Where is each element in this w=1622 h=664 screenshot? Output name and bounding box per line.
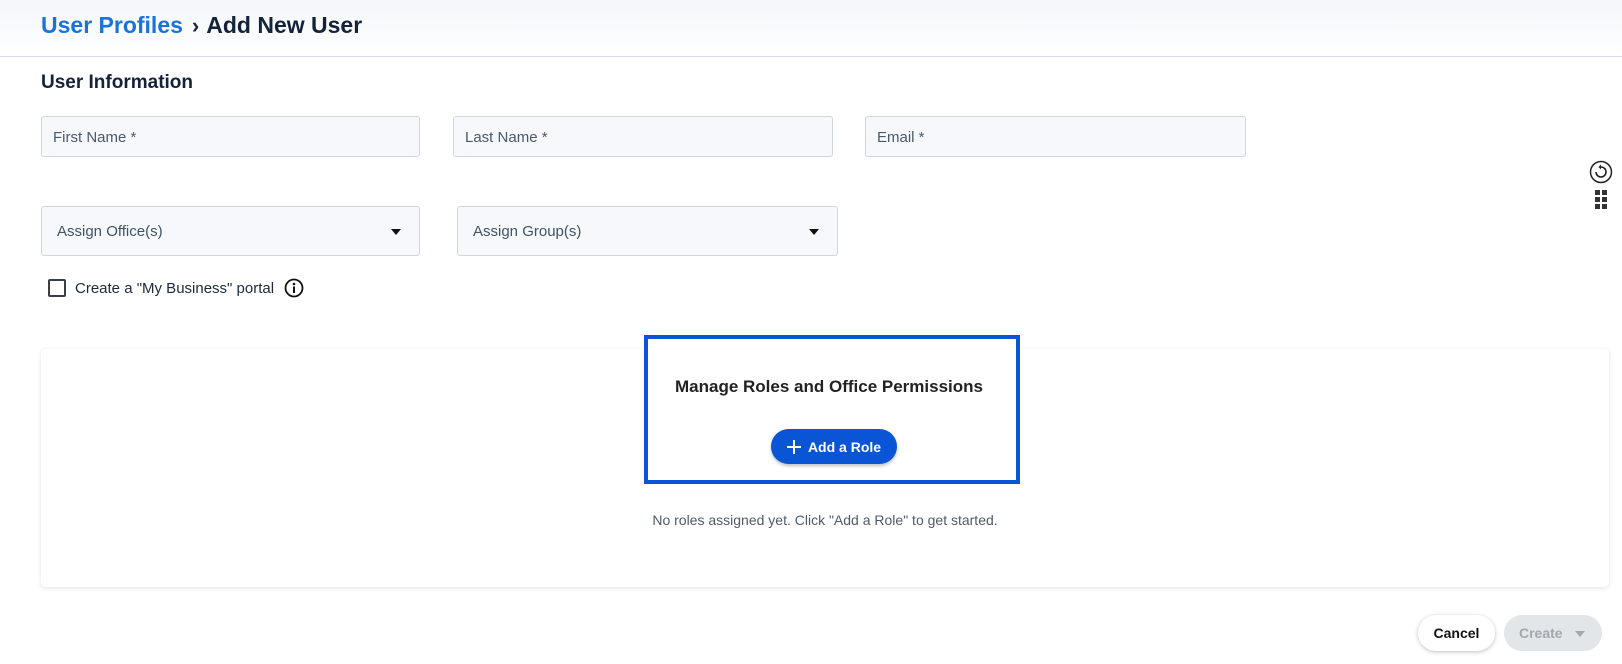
plus-icon [786,439,801,454]
no-roles-message: No roles assigned yet. Click "Add a Role… [652,512,998,528]
manage-roles-title: Manage Roles and Office Permissions [675,377,983,396]
assign-groups-label: Assign Group(s) [473,223,582,240]
email-field[interactable]: Email * [865,116,1246,157]
refresh-icon[interactable] [1589,160,1613,184]
last-name-field[interactable]: Last Name * [453,116,833,157]
my-business-portal-checkbox[interactable] [48,279,66,297]
grid-icon[interactable] [1589,188,1613,212]
info-icon[interactable] [284,278,304,298]
my-business-portal-label: Create a "My Business" portal [75,279,275,297]
breadcrumb-user-profiles-link[interactable]: User Profiles [41,12,183,39]
first-name-field[interactable]: First Name * [41,116,420,157]
page-title: Add New User [206,12,363,38]
chevron-down-icon[interactable] [1575,631,1585,637]
chevron-down-icon [809,229,819,235]
assign-offices-select[interactable]: Assign Office(s) [41,206,420,256]
cancel-button[interactable]: Cancel [1418,615,1495,651]
add-role-button[interactable]: Add a Role [771,429,897,464]
manage-roles-section: Manage Roles and Office Permissions Add … [644,335,1020,484]
side-utility-icons [1589,160,1613,212]
first-name-placeholder: First Name * [53,129,137,146]
add-role-label: Add a Role [807,438,882,455]
breadcrumb: User Profiles › Add New User [41,12,362,39]
create-button[interactable]: Create [1504,615,1602,651]
assign-groups-select[interactable]: Assign Group(s) [457,206,838,256]
last-name-placeholder: Last Name * [465,129,548,146]
user-information-heading: User Information [41,72,194,93]
page-header: User Profiles › Add New User [0,0,1622,57]
breadcrumb-separator: › [191,12,200,38]
email-placeholder: Email * [877,129,925,146]
assign-offices-label: Assign Office(s) [57,223,163,240]
my-business-portal-row: Create a "My Business" portal [48,278,304,298]
cancel-label: Cancel [1433,625,1480,641]
chevron-down-icon [391,229,401,235]
create-label: Create [1519,625,1563,641]
